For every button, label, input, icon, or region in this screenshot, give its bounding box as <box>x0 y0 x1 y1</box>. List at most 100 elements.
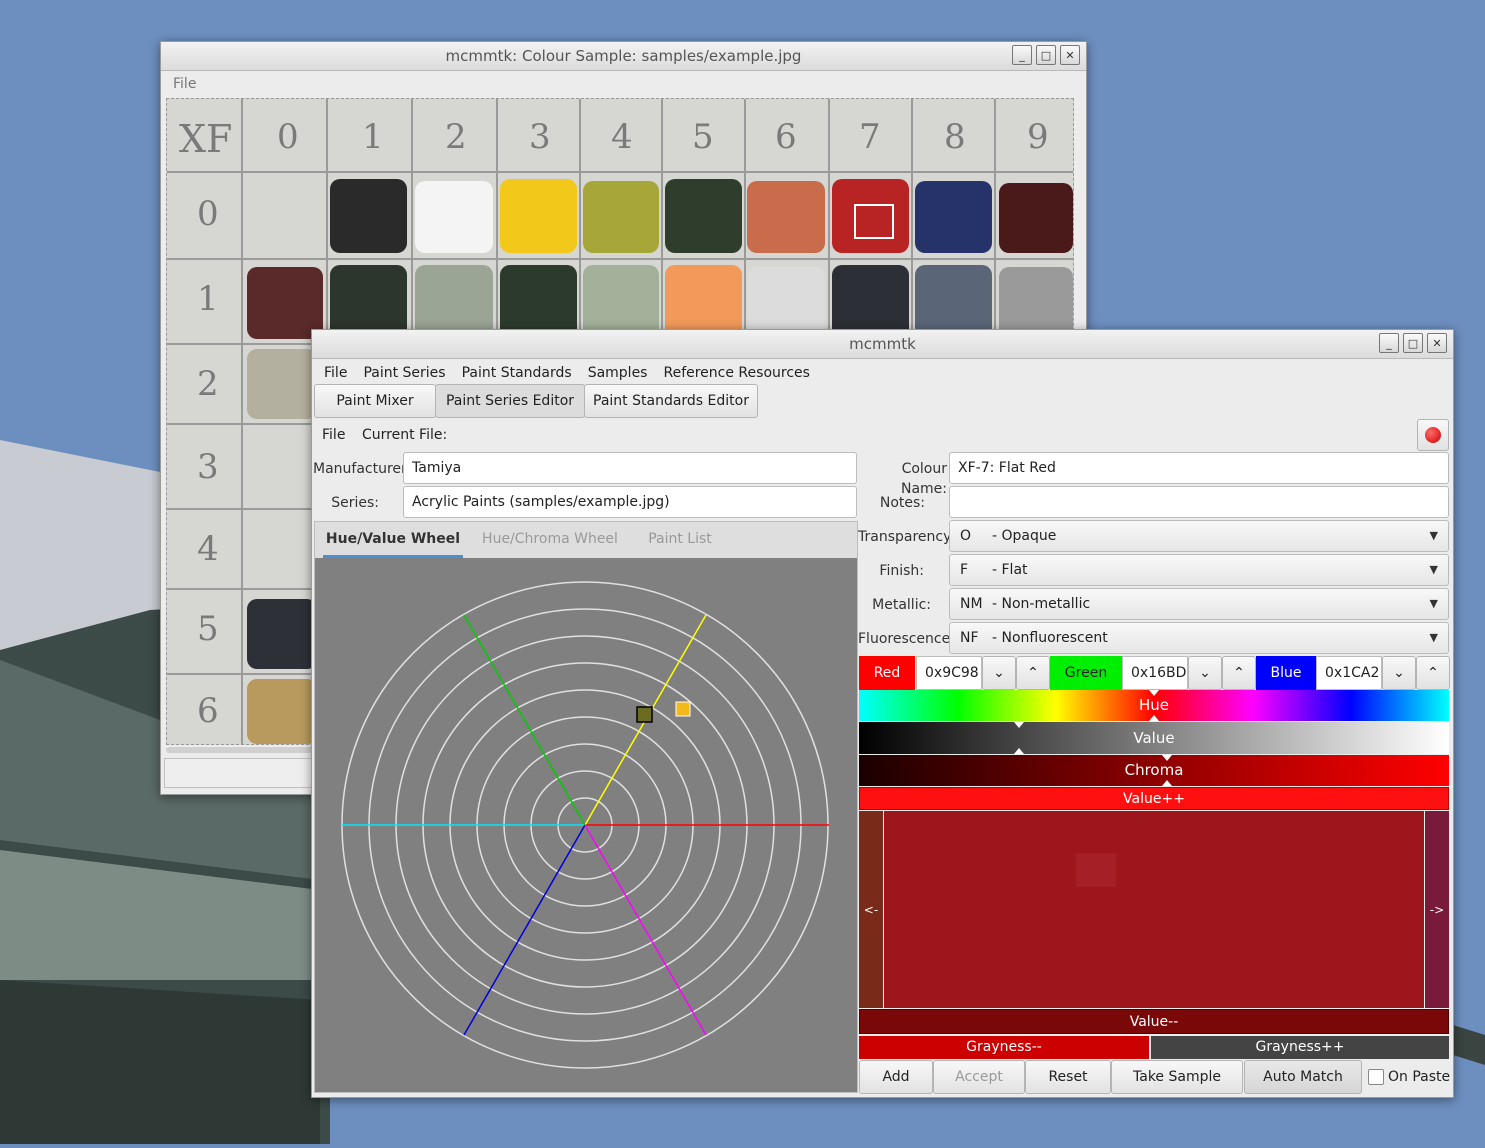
value-marker-icon <box>1014 748 1024 754</box>
chroma-marker-icon <box>1162 780 1172 786</box>
record-button[interactable] <box>1417 419 1449 451</box>
finish-code: F <box>960 562 969 578</box>
red-value-field[interactable]: 0x9C98 <box>916 656 982 690</box>
tab-paint-standards-editor[interactable]: Paint Standards Editor <box>584 384 758 418</box>
wheel-point-sample <box>636 706 653 723</box>
sample-window-title: mcmmtk: Colour Sample: samples/example.j… <box>445 47 802 65</box>
tab-hue-chroma-wheel[interactable]: Hue/Chroma Wheel <box>475 522 625 558</box>
transparency-select[interactable]: O - Opaque ▼ <box>949 520 1449 552</box>
main-menubar: File Paint Series Paint Standards Sample… <box>312 359 1453 387</box>
finish-select[interactable]: F - Flat ▼ <box>949 554 1449 586</box>
series-label: Series: <box>331 495 379 511</box>
col-header-xf: XF <box>179 117 233 161</box>
on-paste-checkbox[interactable] <box>1368 1069 1384 1085</box>
fluorescence-code: NF <box>960 630 979 646</box>
editor-file-menu[interactable]: File <box>322 425 345 445</box>
col-header-1: 1 <box>362 117 384 157</box>
chevron-down-icon: ▼ <box>1429 563 1438 576</box>
grayness-up-label: Grayness++ <box>1255 1039 1345 1055</box>
value-down-label: Value-- <box>1129 1014 1179 1030</box>
tab-hue-value-wheel[interactable]: Hue/Value Wheel <box>323 522 463 558</box>
green-increment-button[interactable]: ⌃ <box>1222 656 1256 690</box>
chevron-down-icon: ⌄ <box>1393 665 1405 681</box>
notes-label: Notes: <box>879 495 925 511</box>
red-channel-label: Red <box>859 656 915 690</box>
manufacturer-label: Manufacturer: <box>313 461 412 477</box>
green-decrement-button[interactable]: ⌄ <box>1188 656 1222 690</box>
maximize-button[interactable]: □ <box>1403 333 1423 353</box>
series-field[interactable]: Acrylic Paints (samples/example.jpg) <box>403 486 857 518</box>
hue-left-button[interactable]: <- <box>859 811 883 1008</box>
col-header-9: 9 <box>1027 117 1049 157</box>
value-down-button[interactable]: Value-- <box>859 1009 1449 1034</box>
manufacturer-field[interactable]: Tamiya <box>403 452 857 484</box>
chevron-down-icon: ⌄ <box>993 665 1005 681</box>
metallic-select[interactable]: NM - Non-metallic ▼ <box>949 588 1449 620</box>
notes-field[interactable] <box>949 486 1449 518</box>
hue-right-button[interactable]: -> <box>1425 811 1449 1008</box>
sample-window-menubar: File <box>161 71 1086 97</box>
hue-value-wheel[interactable] <box>315 558 857 1092</box>
maximize-button[interactable]: □ <box>1036 45 1056 65</box>
col-header-6: 6 <box>775 117 797 157</box>
on-paste-label: On Paste <box>1388 1069 1451 1085</box>
grayness-down-label: Grayness-- <box>966 1039 1042 1055</box>
tab-paint-list[interactable]: Paint List <box>637 522 723 558</box>
col-header-3: 3 <box>529 117 551 157</box>
blue-increment-button[interactable]: ⌃ <box>1416 656 1450 690</box>
accept-button[interactable]: Accept <box>933 1060 1025 1094</box>
value-up-button[interactable]: Value++ <box>859 787 1449 810</box>
add-button[interactable]: Add <box>859 1060 933 1094</box>
chevron-down-icon: ▼ <box>1429 631 1438 644</box>
finish-label: Finish: <box>879 563 924 579</box>
tab-paint-series-editor[interactable]: Paint Series Editor <box>435 384 585 418</box>
auto-match-button[interactable]: Auto Match <box>1244 1060 1362 1094</box>
fluorescence-label: Fluorescence: <box>858 631 955 647</box>
value-bar[interactable]: Value <box>859 722 1449 754</box>
close-button[interactable]: ✕ <box>1060 45 1080 65</box>
colour-name-field[interactable]: XF-7: Flat Red <box>949 452 1449 484</box>
green-value-field[interactable]: 0x16BD <box>1122 656 1188 690</box>
chevron-up-icon: ⌃ <box>1233 665 1245 681</box>
take-sample-button[interactable]: Take Sample <box>1111 1060 1243 1094</box>
chroma-label: Chroma <box>1124 761 1184 779</box>
row-header-4: 4 <box>197 529 219 569</box>
row-header-1: 1 <box>197 279 219 319</box>
close-button[interactable]: ✕ <box>1427 333 1447 353</box>
chevron-up-icon: ⌃ <box>1427 665 1439 681</box>
fluorescence-value: - Nonfluorescent <box>992 630 1108 646</box>
green-channel-label: Green <box>1050 656 1122 690</box>
blue-decrement-button[interactable]: ⌄ <box>1382 656 1416 690</box>
grayness-down-button[interactable]: Grayness-- <box>859 1036 1149 1059</box>
menu-file[interactable]: File <box>165 76 204 92</box>
blue-channel-label: Blue <box>1256 656 1316 690</box>
fluorescence-select[interactable]: NF - Nonfluorescent ▼ <box>949 622 1449 654</box>
grayness-up-button[interactable]: Grayness++ <box>1151 1036 1449 1059</box>
menu-paint-series[interactable]: Paint Series <box>355 365 453 381</box>
menu-file[interactable]: File <box>316 365 355 381</box>
minimize-button[interactable]: _ <box>1379 333 1399 353</box>
chevron-down-icon: ⌄ <box>1199 665 1211 681</box>
chroma-bar[interactable]: Chroma <box>859 755 1449 786</box>
minimize-button[interactable]: _ <box>1012 45 1032 65</box>
red-increment-button[interactable]: ⌃ <box>1016 656 1050 690</box>
menu-reference-resources[interactable]: Reference Resources <box>655 365 817 381</box>
target-colour-swatch <box>1076 853 1116 887</box>
blue-value-field[interactable]: 0x1CA2 <box>1316 656 1382 690</box>
on-paste-toggle[interactable]: On Paste <box>1368 1067 1450 1087</box>
hue-marker-icon <box>1149 715 1159 721</box>
menu-samples[interactable]: Samples <box>580 365 656 381</box>
tab-paint-mixer[interactable]: Paint Mixer <box>314 384 436 418</box>
row-header-6: 6 <box>197 691 219 731</box>
red-decrement-button[interactable]: ⌄ <box>982 656 1016 690</box>
chroma-marker-icon <box>1162 755 1172 761</box>
reset-button[interactable]: Reset <box>1025 1060 1111 1094</box>
value-marker-icon <box>1014 722 1024 728</box>
record-icon <box>1425 427 1441 443</box>
row-header-5: 5 <box>197 609 219 649</box>
col-header-0: 0 <box>277 117 299 157</box>
metallic-label: Metallic: <box>872 597 931 613</box>
transparency-label: Transparency: <box>858 529 956 545</box>
menu-paint-standards[interactable]: Paint Standards <box>454 365 580 381</box>
col-header-2: 2 <box>445 117 467 157</box>
